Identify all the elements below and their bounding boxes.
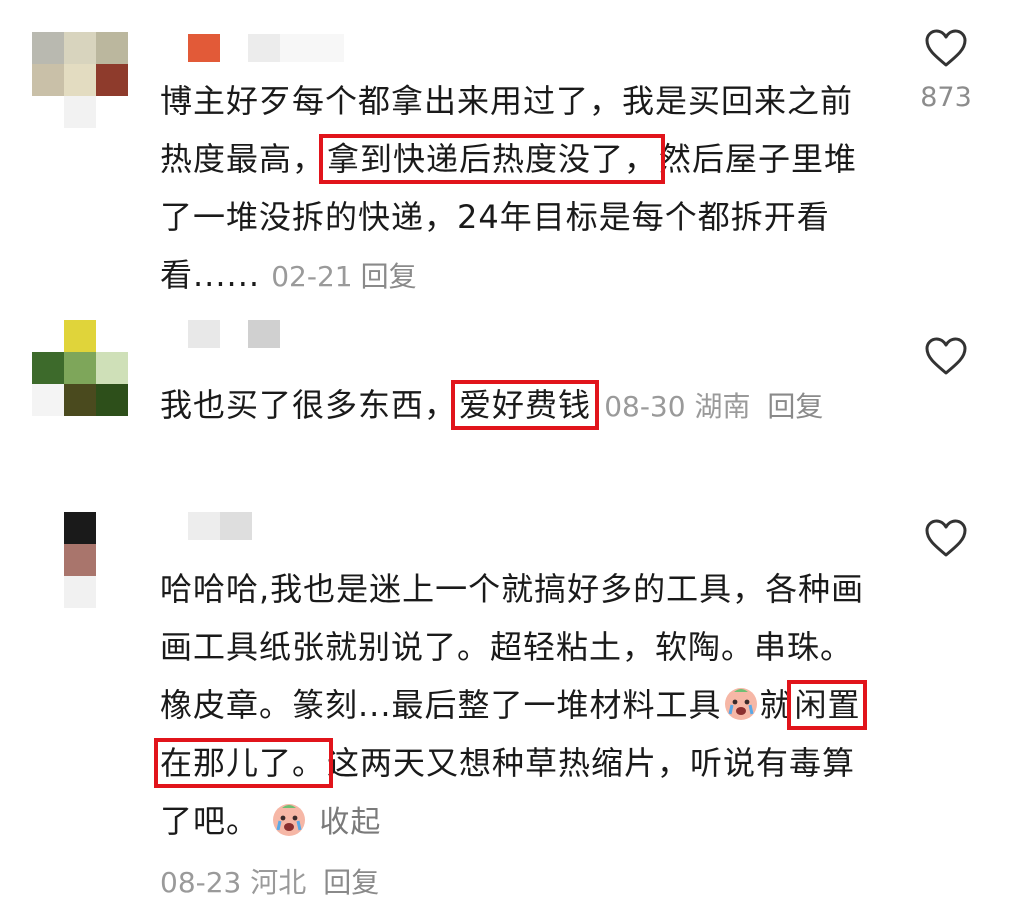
comment-date: 08-23: [160, 866, 242, 899]
reply-button[interactable]: 回复: [323, 866, 379, 899]
reply-button[interactable]: 回复: [361, 260, 417, 293]
comment-text: 我也买了很多东西，爱好费钱 08-30 湖南 回复: [160, 376, 880, 436]
comment-text: 哈哈哈,我也是迷上一个就搞好多的工具，各种画画工具纸张就别说了。超轻粘土，软陶。…: [154, 560, 880, 912]
like-button[interactable]: [906, 336, 986, 376]
comment-meta: 08-23 河北 回复: [160, 866, 379, 899]
comment-location: 湖南: [694, 390, 751, 423]
like-button[interactable]: 873: [906, 28, 986, 113]
comment-meta: 08-30 湖南 回复: [604, 390, 823, 423]
crying-emoji-icon: [273, 804, 306, 836]
collapse-button[interactable]: 收起: [319, 805, 381, 840]
reply-button[interactable]: 回复: [767, 390, 823, 423]
username-pixelated[interactable]: [160, 512, 252, 540]
comment-text-part: 就: [759, 686, 793, 724]
comment-text: 博主好歹每个都拿出来用过了，我是买回来之前热度最高，拿到快递后热度没了，然后屋子…: [160, 72, 880, 306]
heart-outline-icon: [925, 337, 967, 375]
avatar[interactable]: [32, 32, 128, 128]
like-count: 873: [920, 82, 972, 113]
comment-date: 02-21: [271, 260, 353, 293]
heart-outline-icon: [925, 519, 967, 557]
highlighted-phrase: 拿到快递后热度没了，: [319, 134, 666, 184]
comment-text-part: 我也买了很多东西，: [160, 386, 458, 424]
comment-location: 河北: [250, 866, 307, 899]
highlighted-phrase: 爱好费钱: [451, 380, 600, 430]
avatar[interactable]: [32, 320, 128, 416]
username-pixelated[interactable]: [160, 34, 344, 62]
comment-date: 08-30: [604, 390, 686, 423]
avatar[interactable]: [32, 512, 128, 608]
comment-meta: 02-21 回复: [271, 260, 416, 293]
username-pixelated[interactable]: [160, 320, 280, 348]
like-button[interactable]: [906, 518, 986, 558]
heart-outline-icon: [925, 29, 967, 67]
crying-emoji-icon: [724, 688, 757, 720]
